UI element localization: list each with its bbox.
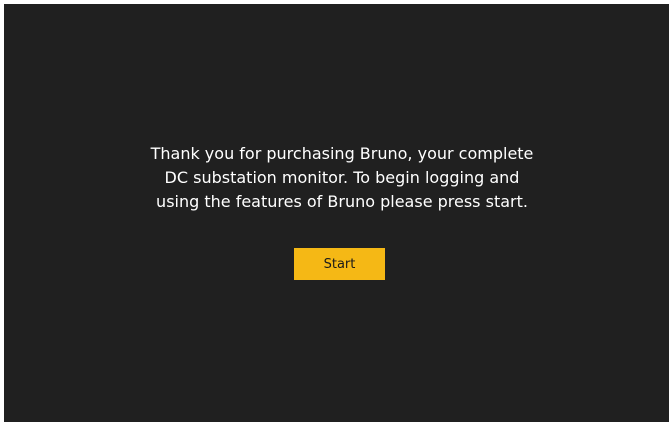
- welcome-message: Thank you for purchasing Bruno, your com…: [4, 142, 669, 214]
- welcome-message-line: DC substation monitor. To begin logging …: [164, 168, 520, 187]
- start-button[interactable]: Start: [294, 248, 385, 280]
- welcome-screen: Thank you for purchasing Bruno, your com…: [4, 4, 669, 422]
- welcome-message-line: using the features of Bruno please press…: [156, 192, 528, 211]
- welcome-message-line: Thank you for purchasing Bruno, your com…: [150, 144, 534, 163]
